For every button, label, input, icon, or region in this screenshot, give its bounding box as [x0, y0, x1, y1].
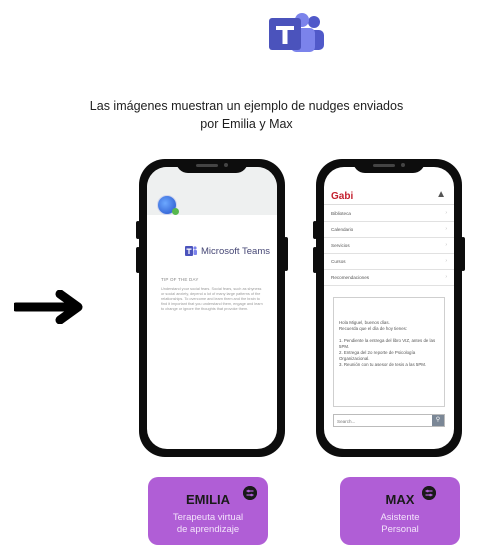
caption: Las imágenes muestran un ejemplo de nudg… [0, 97, 493, 133]
settings-icon[interactable]: ▲ [436, 189, 446, 200]
search-bar: Search... ⚲ [333, 414, 445, 427]
arrow-right-icon [14, 290, 83, 324]
menu-item-label: Biblioteca [331, 211, 351, 216]
menu-item-cursos[interactable]: Cursos › [324, 254, 454, 270]
menu-item-calendario[interactable]: Calendario › [324, 222, 454, 238]
phone-side-button [136, 247, 140, 273]
teams-logo-icon [269, 13, 324, 52]
teams-logo-icon [185, 246, 197, 256]
menu-item-label: Servicios [331, 243, 350, 248]
message-intro: Recuerda que el día de hoy tienes: [339, 326, 408, 331]
message-item: 1. Pendiente la entrega del libro VIZ, a… [339, 338, 436, 349]
search-input[interactable]: Search... [334, 415, 432, 426]
chevron-right-icon: › [445, 274, 447, 280]
phone-side-button [313, 221, 317, 239]
chevron-right-icon: › [445, 258, 447, 264]
chevron-right-icon: › [445, 226, 447, 232]
badge-name: MAX [385, 492, 415, 507]
phone-side-button [461, 237, 465, 271]
avatar[interactable] [157, 195, 179, 215]
menu-item-label: Calendario [331, 227, 354, 232]
message-item: 3. Reunión con tu asesor de tesis a las … [339, 362, 427, 367]
caption-line-1: Las imágenes muestran un ejemplo de nudg… [89, 99, 404, 113]
tip-body: Understand your social fears. Social fea… [161, 287, 263, 311]
phone-notch [176, 159, 248, 173]
teams-brand: Microsoft Teams [185, 245, 270, 257]
gabi-title: Gabi [331, 191, 354, 202]
menu-item-servicios[interactable]: Servicios › [324, 238, 454, 254]
max-screen: Gabi ▲ Biblioteca › Calendario › Servici… [324, 167, 454, 449]
badge-subtitle-line: de aprendizaje [176, 524, 240, 535]
search-icon[interactable]: ⚲ [432, 415, 444, 426]
badge-subtitle-line: Asistente [380, 512, 420, 523]
message-item: 2. Entrega del 2o reporte de Psicología … [339, 350, 416, 361]
max-phone: Gabi ▲ Biblioteca › Calendario › Servici… [313, 159, 465, 457]
menu-item-label: Recomendaciones [331, 275, 370, 280]
chevron-right-icon: › [445, 242, 447, 248]
gabi-header: Gabi ▲ [324, 187, 454, 205]
badge-subtitle-line: Personal [381, 524, 419, 535]
menu-item-recomendaciones[interactable]: Recomendaciones › [324, 270, 454, 286]
tip-title: TIP OF THE DAY [161, 277, 199, 282]
phone-side-button [136, 221, 140, 239]
badge-name: EMILIA [185, 492, 231, 507]
emilia-phone: Microsoft Teams TIP OF THE DAY Understan… [136, 159, 288, 457]
phone-side-button [313, 247, 317, 273]
max-badge: MAX Asistente Personal [340, 477, 460, 545]
gabi-menu: Biblioteca › Calendario › Servicios › Cu… [324, 206, 454, 286]
badge-subtitle: Asistente Personal [340, 512, 460, 536]
emilia-screen: Microsoft Teams TIP OF THE DAY Understan… [147, 167, 277, 449]
badge-subtitle-line: Terapeuta virtual [172, 512, 244, 523]
menu-item-label: Cursos [331, 259, 346, 264]
badge-subtitle: Terapeuta virtual de aprendizaje [148, 512, 268, 536]
chevron-right-icon: › [445, 210, 447, 216]
teams-app-name: Microsoft Teams [201, 245, 270, 257]
message-box: Hola Miguel, buenos días. Recuerda que e… [333, 297, 445, 407]
phone-notch [353, 159, 425, 173]
emilia-badge: EMILIA Terapeuta virtual de aprendizaje [148, 477, 268, 545]
menu-item-biblioteca[interactable]: Biblioteca › [324, 206, 454, 222]
phone-side-button [284, 237, 288, 271]
caption-line-2: por Emilia y Max [200, 117, 293, 131]
